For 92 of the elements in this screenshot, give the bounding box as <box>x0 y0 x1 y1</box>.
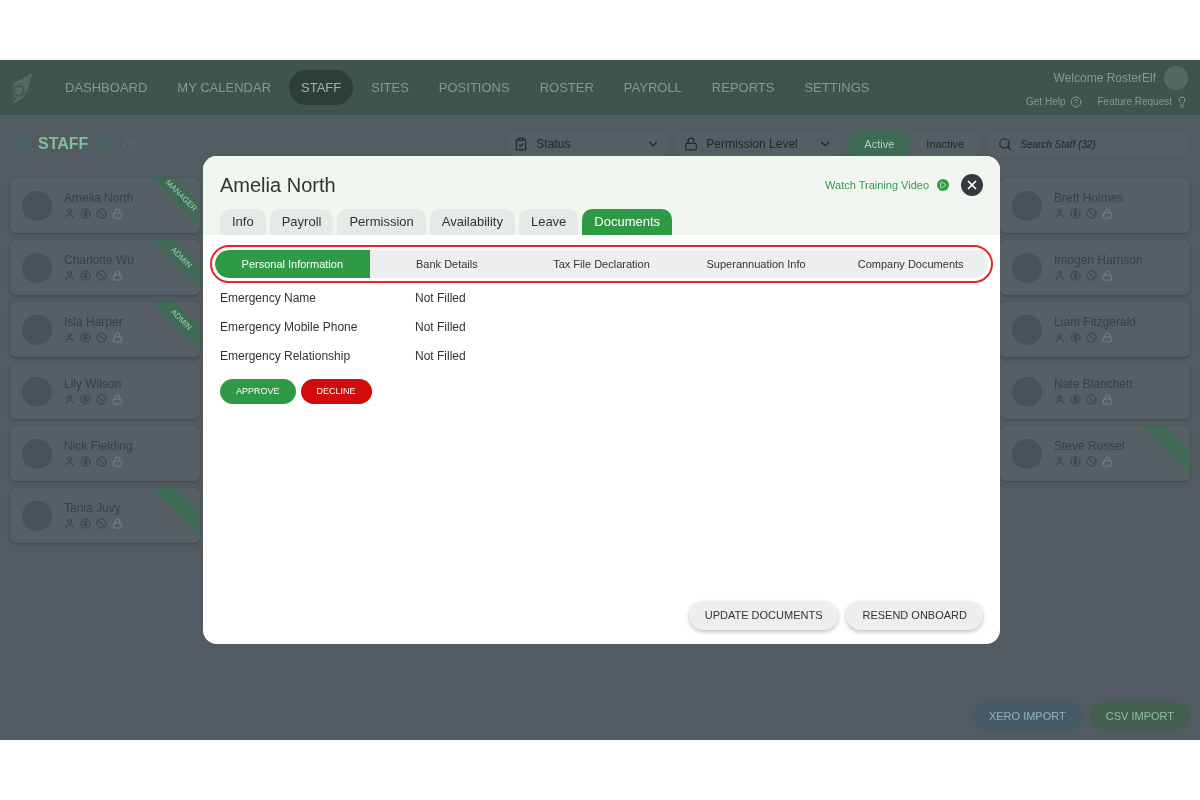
subtab[interactable]: Bank Details <box>369 250 525 278</box>
ban-icon <box>96 456 107 467</box>
lock-icon <box>112 394 123 405</box>
person-icon <box>64 456 75 467</box>
ban-icon <box>96 208 107 219</box>
help-icon <box>1069 95 1082 108</box>
dollar-icon <box>80 332 91 343</box>
dollar-icon <box>80 518 91 529</box>
field-value: Not Filled <box>415 290 466 307</box>
nav-item[interactable]: ROSTER <box>527 69 606 106</box>
dollar-icon <box>1070 332 1081 343</box>
ban-icon <box>1086 394 1097 405</box>
tab[interactable]: Info <box>220 209 266 235</box>
person-icon <box>1054 332 1065 343</box>
field-label: Emergency Mobile Phone <box>220 319 359 336</box>
ban-icon <box>96 518 107 529</box>
person-icon <box>64 332 75 343</box>
ban-icon <box>1086 456 1097 467</box>
dollar-icon <box>1070 456 1081 467</box>
nav-item[interactable]: REPORTS <box>699 69 787 106</box>
tab[interactable]: Availability <box>429 209 515 235</box>
welcome-text: Welcome RosterElf <box>1053 70 1156 87</box>
ban-icon <box>1086 332 1097 343</box>
dialog-title: Amelia North <box>220 173 336 198</box>
lock-icon <box>1102 270 1113 281</box>
lock-icon <box>112 208 123 219</box>
page-title: STAFF <box>38 134 89 154</box>
nav-item[interactable]: DASHBOARD <box>53 69 160 106</box>
person-icon <box>1054 208 1065 219</box>
subtab[interactable]: Personal Information <box>215 250 370 278</box>
nav-item[interactable]: SITES <box>359 69 421 106</box>
dollar-icon <box>80 394 91 405</box>
dollar-icon <box>1070 270 1081 281</box>
close-icon <box>965 178 979 192</box>
subtab[interactable]: Company Documents <box>833 250 988 278</box>
nav-item[interactable]: SETTINGS <box>792 69 882 106</box>
lock-icon <box>112 518 123 529</box>
footer-button[interactable]: RESEND ONBOARD <box>846 601 983 630</box>
person-icon <box>1054 270 1065 281</box>
close-button[interactable] <box>961 174 983 196</box>
field-value: Not Filled <box>415 348 466 365</box>
get-help-link[interactable]: Get Help <box>1026 94 1066 109</box>
tab[interactable]: Documents <box>582 209 673 235</box>
dollar-icon <box>80 208 91 219</box>
decline-button[interactable]: DECLINE <box>300 379 372 404</box>
person-icon <box>1054 394 1065 405</box>
dollar-icon <box>1070 394 1081 405</box>
lock-icon <box>1102 208 1113 219</box>
field-label: Emergency Name <box>220 290 318 307</box>
lock-icon <box>684 137 699 151</box>
tab[interactable]: Leave <box>518 209 579 235</box>
dollar-icon <box>1070 208 1081 219</box>
nav-item[interactable]: MY CALENDAR <box>165 69 284 106</box>
person-icon <box>64 518 75 529</box>
dollar-icon <box>80 456 91 467</box>
person-icon <box>64 394 75 405</box>
ban-icon <box>96 332 107 343</box>
lock-icon <box>1102 456 1113 467</box>
lock-icon <box>112 332 123 343</box>
field-value: Not Filled <box>415 319 466 336</box>
lock-icon <box>112 456 123 467</box>
ban-icon <box>1086 208 1097 219</box>
person-icon <box>64 270 75 281</box>
lightbulb-icon <box>1176 95 1188 108</box>
lock-icon <box>1102 394 1113 405</box>
dollar-icon <box>80 270 91 281</box>
nav-item[interactable]: PAYROLL <box>611 69 694 106</box>
tab[interactable]: Payroll <box>269 209 334 235</box>
ban-icon <box>1086 270 1097 281</box>
status-toggle[interactable]: Inactive <box>910 130 981 158</box>
clipboard-icon <box>514 137 529 151</box>
person-icon <box>64 208 75 219</box>
lock-icon <box>112 270 123 281</box>
status-toggle[interactable]: Active <box>848 130 911 158</box>
feature-request-link[interactable]: Feature Request <box>1097 94 1172 109</box>
import-button[interactable]: CSV IMPORT <box>1089 702 1190 730</box>
search-icon <box>998 137 1013 151</box>
watch-video-link[interactable]: Watch Training Video <box>825 176 929 194</box>
footer-button[interactable]: UPDATE DOCUMENTS <box>688 601 839 630</box>
ban-icon <box>96 394 107 405</box>
approve-button[interactable]: APPROVE <box>220 379 296 404</box>
subtab[interactable]: Superannuation Info <box>678 250 834 278</box>
subtab[interactable]: Tax File Declaration <box>524 250 679 278</box>
import-button[interactable]: XERO IMPORT <box>972 702 1082 730</box>
nav-item[interactable]: POSITIONS <box>426 69 522 106</box>
play-icon <box>937 179 949 191</box>
lock-icon <box>1102 332 1113 343</box>
field-label: Emergency Relationship <box>220 348 352 365</box>
tab[interactable]: Permission <box>337 209 426 235</box>
ban-icon <box>96 270 107 281</box>
nav-item[interactable]: STAFF <box>289 69 354 106</box>
person-icon <box>1054 456 1065 467</box>
